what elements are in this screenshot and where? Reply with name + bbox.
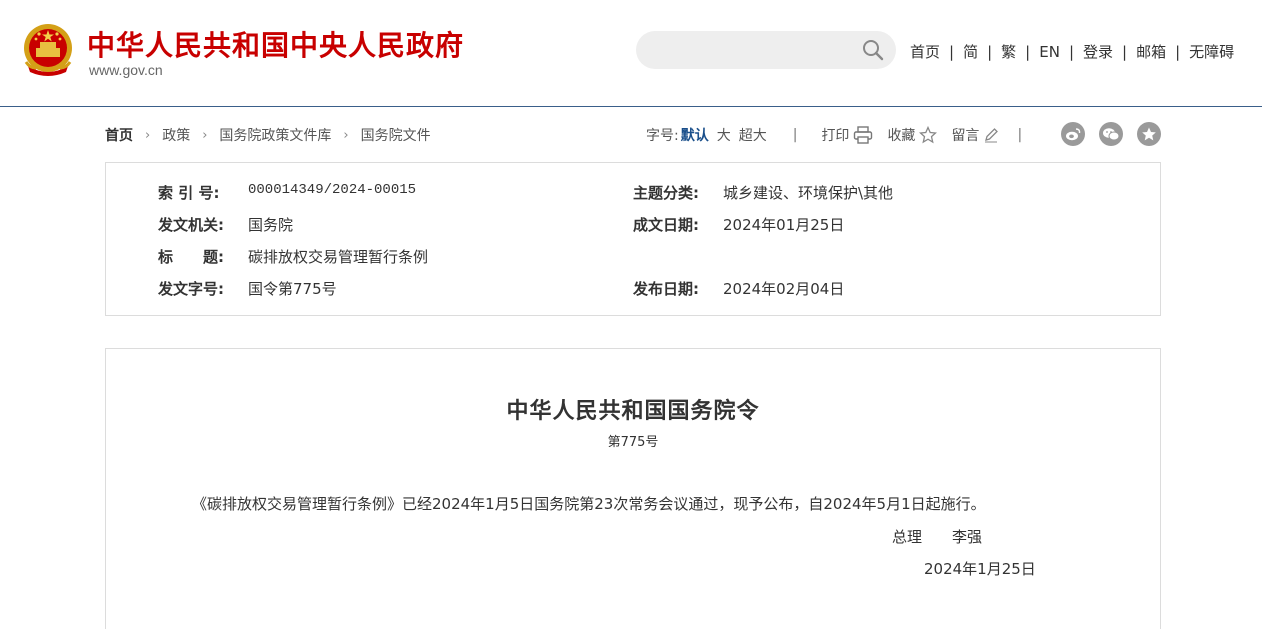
meta-docno-row: 发文字号: 国令第775号 [158, 278, 337, 299]
nav-separator: | [1175, 42, 1181, 61]
article-toolbar: 字号: 默认 大 超大 | 打印 收藏 留言 | [646, 125, 1022, 145]
toolbar-divider: | [792, 127, 798, 143]
nav-separator: | [1068, 42, 1074, 61]
meta-title-value: 碳排放权交易管理暂行条例 [248, 248, 429, 266]
nav-separator: | [949, 42, 955, 61]
font-size-default[interactable]: 默认 [681, 125, 709, 145]
site-title[interactable]: 中华人民共和国中央人民政府 [87, 24, 464, 64]
meta-written-value: 2024年01月25日 [723, 216, 845, 234]
nav-login-link[interactable]: 登录 [1083, 41, 1113, 62]
star-share-icon [1142, 127, 1156, 141]
signer-title: 总理 [892, 528, 923, 546]
meta-index-row: 索 引 号: 000014349/2024-00015 [158, 182, 416, 203]
meta-docno-value: 国令第775号 [248, 280, 337, 298]
meta-topic-value: 城乡建设、环境保护\其他 [723, 184, 894, 202]
meta-written-key: 成文日期: [633, 216, 699, 234]
nav-mail-link[interactable]: 邮箱 [1136, 41, 1166, 62]
nav-english-link[interactable]: EN [1039, 43, 1060, 61]
document-body: 《碳排放权交易管理暂行条例》已经2024年1月5日国务院第23次常务会议通过，现… [192, 495, 986, 513]
breadcrumb-policy[interactable]: 政策 [162, 125, 190, 145]
meta-docno-key: 发文字号: [158, 280, 224, 298]
breadcrumb-policy-library[interactable]: 国务院政策文件库 [219, 125, 331, 145]
nav-simplified-link[interactable]: 简 [963, 41, 978, 62]
breadcrumb: 首页 › 政策 › 国务院政策文件库 › 国务院文件 [105, 125, 431, 145]
document-number: 第775号 [607, 435, 659, 450]
meta-publish-value: 2024年02月04日 [723, 280, 845, 298]
search-icon[interactable] [862, 39, 884, 61]
font-size-xlarge[interactable]: 超大 [739, 125, 767, 145]
signer-name: 李强 [952, 528, 983, 546]
chevron-right-icon: › [145, 127, 151, 143]
site-header: 中华人民共和国中央人民政府 www.gov.cn 首页 | 简 | 繁 | EN… [0, 0, 1262, 107]
nav-traditional-link[interactable]: 繁 [1001, 41, 1016, 62]
meta-title-key: 标 题: [158, 248, 224, 266]
print-button[interactable]: 打印 [821, 125, 873, 145]
font-size-large[interactable]: 大 [717, 125, 731, 145]
chevron-right-icon: › [202, 127, 208, 143]
weibo-share-button[interactable] [1061, 122, 1085, 146]
nav-home-link[interactable]: 首页 [910, 41, 940, 62]
comment-label: 留言 [951, 128, 980, 144]
document-title: 中华人民共和国国务院令 [506, 398, 760, 424]
meta-issuer-row: 发文机关: 国务院 [158, 214, 293, 235]
meta-publish-key: 发布日期: [633, 280, 699, 298]
document-metadata-panel: 索 引 号: 000014349/2024-00015 主题分类: 城乡建设、环… [105, 162, 1161, 316]
font-size-label: 字号: [646, 128, 679, 144]
meta-index-value: 000014349/2024-00015 [248, 182, 417, 198]
breadcrumb-state-council-docs[interactable]: 国务院文件 [361, 125, 431, 145]
chevron-right-icon: › [343, 127, 349, 143]
nav-accessibility-link[interactable]: 无障碍 [1189, 41, 1234, 62]
meta-title-row: 标 题: 碳排放权交易管理暂行条例 [158, 246, 428, 267]
document-date: 2024年1月25日 [924, 560, 1036, 578]
wechat-share-button[interactable] [1099, 122, 1123, 146]
meta-topic-key: 主题分类: [633, 184, 699, 202]
document-signature: 总理 李强 [892, 526, 982, 547]
meta-issuer-value: 国务院 [248, 216, 294, 234]
weibo-icon [1066, 128, 1081, 141]
nav-separator: | [1122, 42, 1128, 61]
meta-topic-row: 主题分类: 城乡建设、环境保护\其他 [633, 182, 893, 203]
favorite-share-button[interactable] [1137, 122, 1161, 146]
favorite-button[interactable]: 收藏 [887, 125, 938, 145]
wechat-icon [1103, 128, 1120, 141]
meta-issuer-key: 发文机关: [158, 216, 224, 234]
top-nav: 首页 | 简 | 繁 | EN | 登录 | 邮箱 | 无障碍 [910, 41, 1234, 62]
favorite-label: 收藏 [887, 128, 916, 144]
breadcrumb-home[interactable]: 首页 [105, 125, 133, 145]
print-label: 打印 [821, 128, 850, 144]
toolbar-divider: | [1017, 127, 1023, 143]
comment-button[interactable]: 留言 [951, 125, 999, 145]
national-emblem-icon[interactable] [22, 22, 74, 78]
document-content: 中华人民共和国国务院令 第775号 《碳排放权交易管理暂行条例》已经2024年1… [105, 348, 1161, 629]
search-input[interactable] [636, 31, 896, 69]
nav-separator: | [987, 42, 993, 61]
pencil-icon [985, 128, 999, 143]
nav-separator: | [1025, 42, 1031, 61]
meta-written-row: 成文日期: 2024年01月25日 [633, 214, 844, 235]
site-url[interactable]: www.gov.cn [89, 62, 163, 78]
star-icon [919, 126, 938, 144]
printer-icon [854, 126, 873, 144]
meta-publish-row: 发布日期: 2024年02月04日 [633, 278, 844, 299]
meta-index-key: 索 引 号: [158, 184, 220, 202]
